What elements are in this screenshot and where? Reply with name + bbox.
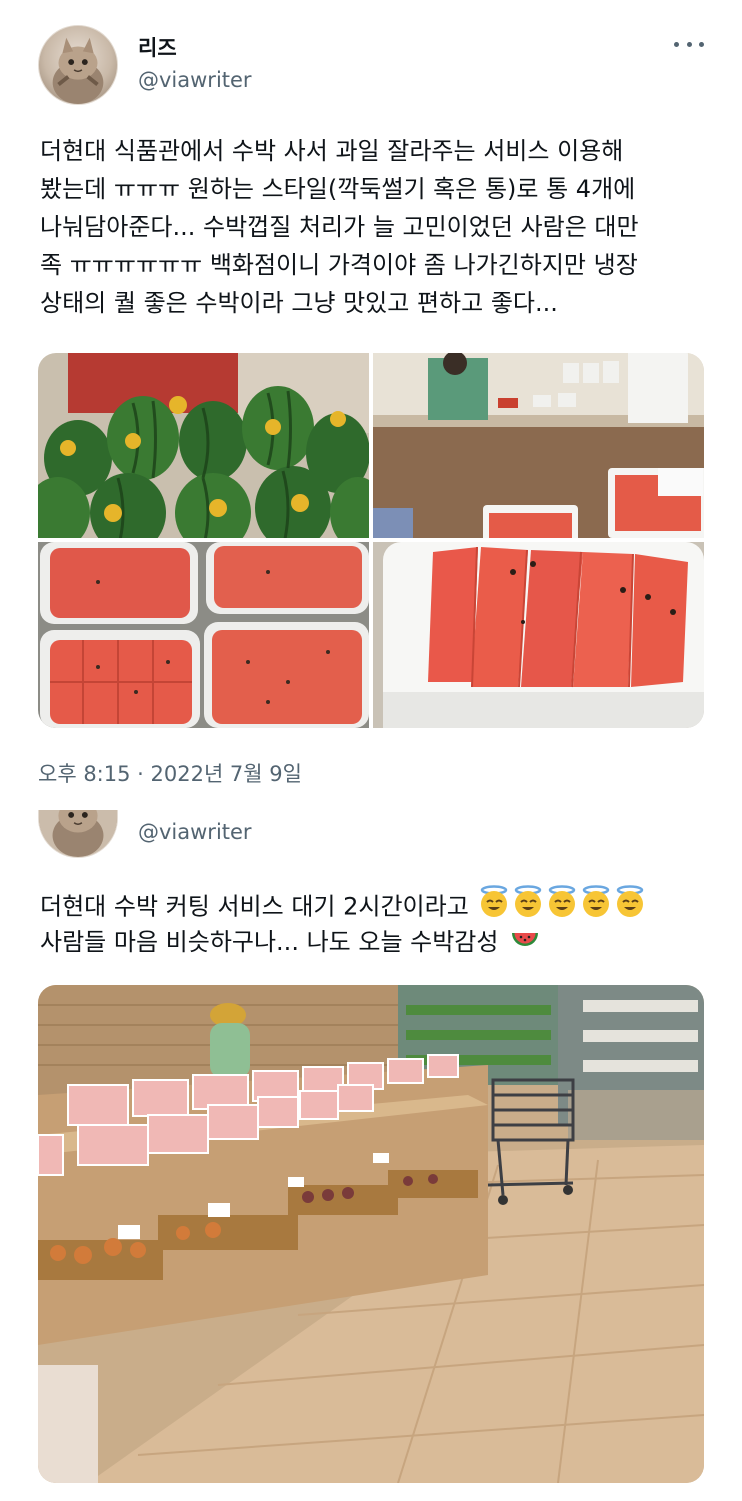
watermelon-sticks-photo[interactable] [373,542,704,728]
avatar[interactable] [38,25,118,105]
tweet-text: 더현대 수박 커팅 서비스 대기 2시간이라고 사람들 마음 비슷하구나... … [40,885,710,961]
watermelon-containers-photo[interactable] [38,542,369,728]
photo-grid [38,353,704,728]
tweet-text-line: 사람들 마음 비슷하구나... 나도 오늘 수박감성 [40,928,499,956]
grocery-store-photo[interactable] [38,985,704,1483]
more-dot-icon [699,41,704,47]
user-handle[interactable]: @viawriter [138,820,252,844]
watermelon-icon [510,924,540,962]
fruit-cutting-counter-photo[interactable] [373,353,704,538]
user-handle[interactable]: @viawriter [138,68,252,92]
tweet-text: 더현대 식품관에서 수박 사서 과일 잘라주는 서비스 이용해 봤는데 ㅠㅠㅠ … [40,137,639,317]
tweet-text-line: 더현대 수박 커팅 서비스 대기 2시간이라고 [40,892,469,921]
more-options-button[interactable] [674,34,704,54]
display-name[interactable]: 리즈 [138,32,177,62]
avatar[interactable] [38,810,118,858]
tweet-timestamp[interactable]: 오후 8:15 · 2022년 7월 9일 [38,758,302,788]
more-dot-icon [674,41,679,47]
watermelons-display-photo[interactable] [38,353,369,538]
more-dot-icon [686,41,692,47]
